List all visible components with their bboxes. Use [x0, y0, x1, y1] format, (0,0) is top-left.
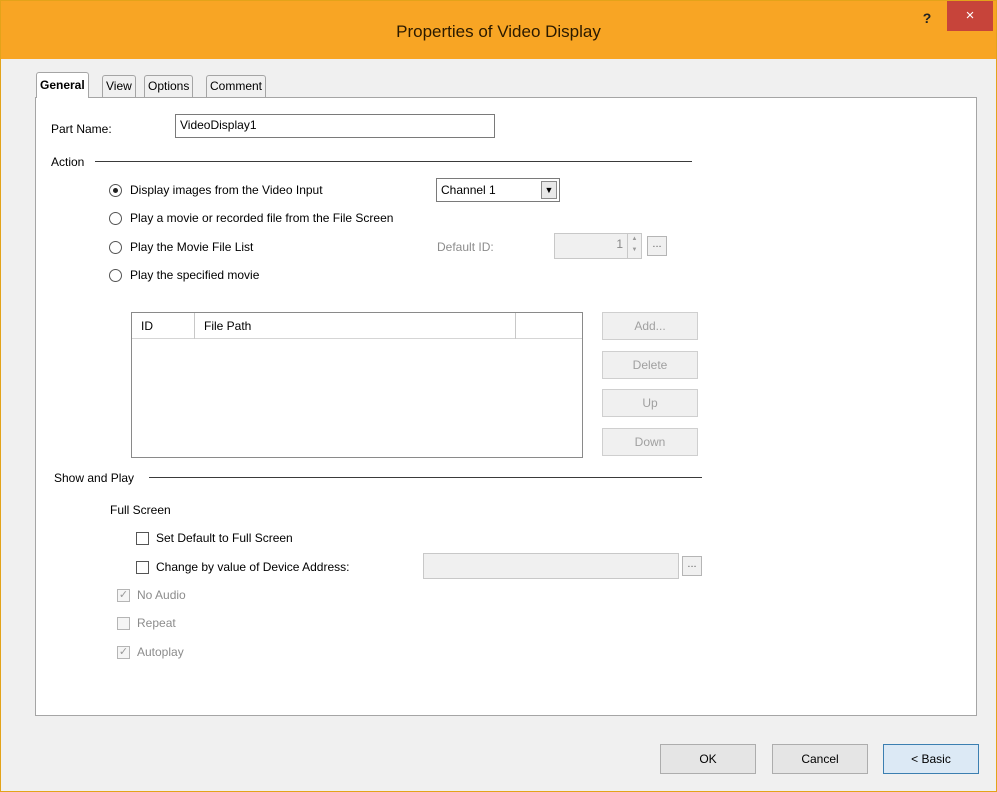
repeat-checkbox[interactable] [117, 617, 130, 630]
set-default-full-screen-checkbox[interactable] [136, 532, 149, 545]
close-button[interactable]: × [947, 1, 993, 31]
column-file-path[interactable]: File Path [195, 313, 515, 339]
action-divider [95, 161, 692, 162]
down-button[interactable]: Down [602, 428, 698, 456]
radio-movie-file-list[interactable] [109, 241, 122, 254]
tab-options[interactable]: Options [144, 75, 194, 97]
column-id[interactable]: ID [132, 313, 194, 339]
device-address-browse-button[interactable]: ... [682, 556, 702, 576]
default-id-browse-button[interactable]: ... [647, 236, 667, 256]
tab-comment[interactable]: Comment [206, 75, 267, 97]
no-audio-label[interactable]: No Audio [137, 588, 186, 602]
radio-file-screen-label[interactable]: Play a movie or recorded file from the F… [130, 211, 393, 225]
show-and-play-divider [149, 477, 702, 478]
cancel-button[interactable]: Cancel [772, 744, 868, 774]
basic-button[interactable]: < Basic [883, 744, 979, 774]
dialog-body: General View Options Comment Part Name: … [9, 59, 988, 786]
part-name-input[interactable]: VideoDisplay1 [175, 114, 495, 138]
radio-video-input[interactable] [109, 184, 122, 197]
radio-video-input-label[interactable]: Display images from the Video Input [130, 183, 323, 197]
change-by-device-label[interactable]: Change by value of Device Address: [156, 560, 349, 574]
ok-button[interactable]: OK [660, 744, 756, 774]
set-default-full-screen-label[interactable]: Set Default to Full Screen [156, 531, 293, 545]
no-audio-checkbox[interactable]: ✓ [117, 589, 130, 602]
up-button[interactable]: Up [602, 389, 698, 417]
chevron-down-icon[interactable]: ▼ [541, 181, 557, 199]
radio-movie-file-list-label[interactable]: Play the Movie File List [130, 240, 253, 254]
full-screen-label: Full Screen [110, 503, 171, 517]
properties-dialog: Properties of Video Display ? × General … [0, 0, 997, 792]
channel-select[interactable]: Channel 1 ▼ [436, 178, 560, 202]
show-and-play-heading: Show and Play [54, 471, 135, 485]
column-divider[interactable] [515, 313, 516, 339]
default-id-value: 1 [616, 237, 623, 251]
add-button[interactable]: Add... [602, 312, 698, 340]
help-button[interactable]: ? [907, 7, 947, 29]
change-by-device-checkbox[interactable] [136, 561, 149, 574]
device-address-input[interactable] [423, 553, 679, 579]
channel-select-value: Channel 1 [441, 183, 496, 197]
tab-general[interactable]: General [36, 72, 89, 98]
radio-specified-movie[interactable] [109, 269, 122, 282]
movie-file-table[interactable]: ID File Path [131, 312, 583, 458]
delete-button[interactable]: Delete [602, 351, 698, 379]
general-tab-panel: Part Name: VideoDisplay1 Action Display … [35, 97, 977, 716]
radio-specified-movie-label[interactable]: Play the specified movie [130, 268, 259, 282]
tab-view[interactable]: View [102, 75, 136, 97]
default-id-label: Default ID: [437, 240, 494, 254]
radio-file-screen[interactable] [109, 212, 122, 225]
action-heading: Action [51, 155, 85, 169]
dialog-title: Properties of Video Display [396, 22, 601, 41]
default-id-input[interactable]: 1 ▲ ▼ [554, 233, 642, 259]
table-header: ID File Path [132, 313, 582, 339]
part-name-label: Part Name: [51, 122, 112, 136]
spinner-arrows-icon[interactable]: ▲ ▼ [627, 234, 641, 258]
autoplay-label[interactable]: Autoplay [137, 645, 184, 659]
title-bar: Properties of Video Display ? × [1, 1, 996, 59]
autoplay-checkbox[interactable]: ✓ [117, 646, 130, 659]
repeat-label[interactable]: Repeat [137, 616, 176, 630]
